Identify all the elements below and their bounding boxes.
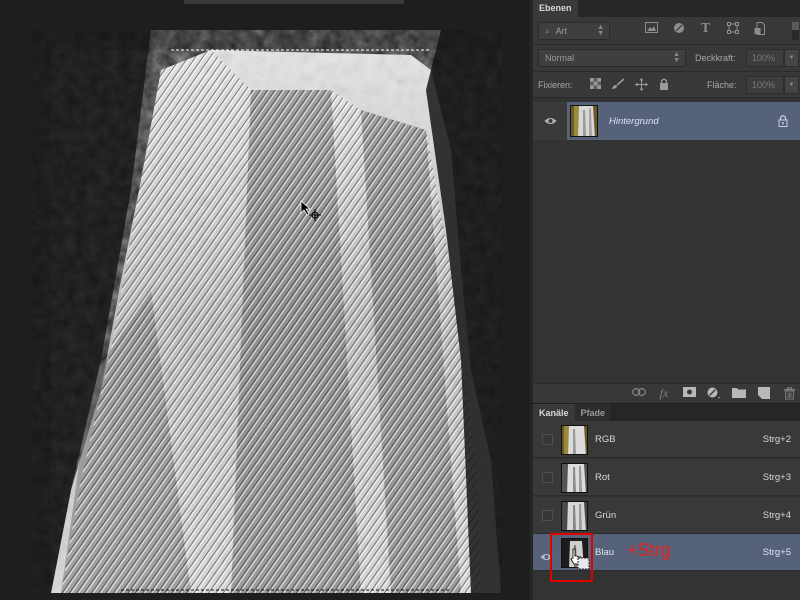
layers-tabbar: Ebenen: [533, 0, 800, 17]
layer-selection-highlight: [567, 102, 800, 140]
filter-kind-select[interactable]: ⌕ Art ▲ ▼: [538, 22, 610, 40]
filter-kind-value: Art: [555, 26, 568, 36]
fill-input[interactable]: 100%: [746, 76, 784, 94]
channel-row-red[interactable]: Rot Strg+3: [533, 459, 800, 496]
image-filter-icon[interactable]: [645, 22, 658, 35]
layer-name: Hintergrund: [609, 116, 659, 127]
tutorial-highlight-box: [550, 533, 593, 582]
text-filter-icon[interactable]: T: [699, 22, 712, 36]
channel-shortcut: Strg+4: [762, 510, 791, 521]
channel-shortcut: Strg+5: [762, 547, 791, 558]
lock-position-icon[interactable]: [634, 78, 648, 92]
lock-all-icon[interactable]: [657, 78, 671, 92]
mask-icon[interactable]: [682, 387, 696, 400]
photoshop-window: Ebenen ⌕ Art ▲ ▼ T Normal ▲ ▼ Deckkraft:…: [0, 0, 800, 600]
shape-filter-icon[interactable]: [726, 22, 739, 35]
opacity-dropdown-button[interactable]: ▼: [784, 49, 799, 67]
layer-visibility-toggle[interactable]: [533, 102, 567, 140]
filter-toggle-switch[interactable]: [792, 22, 799, 40]
layers-footer-toolbar: fx: [533, 383, 800, 403]
lock-row: Fixieren: Fläche: 100% ▼: [533, 72, 800, 98]
adjustment-filter-icon[interactable]: [672, 22, 685, 35]
adjustment-layer-icon[interactable]: [707, 387, 721, 400]
lock-label: Fixieren:: [538, 80, 573, 90]
channel-row-rgb[interactable]: RGB Strg+2: [533, 421, 800, 458]
horizontal-scrollbar[interactable]: [184, 0, 404, 4]
tab-layers[interactable]: Ebenen: [533, 0, 578, 17]
smartobject-filter-icon[interactable]: [753, 22, 766, 35]
lock-transparency-icon[interactable]: [588, 78, 602, 92]
blend-mode-value: Normal: [545, 53, 575, 63]
channel-name: Rot: [595, 472, 610, 483]
updown-arrows-icon: ▲ ▼: [673, 51, 680, 64]
blend-mode-select[interactable]: Normal ▲ ▼: [538, 49, 686, 67]
channel-shortcut: Strg+3: [762, 472, 791, 483]
channel-name: RGB: [595, 434, 616, 445]
channel-name: Grün: [595, 510, 617, 521]
fill-dropdown-button[interactable]: ▼: [784, 76, 799, 94]
channel-visibility-toggle[interactable]: [542, 472, 553, 483]
channel-visibility-toggle[interactable]: [542, 510, 553, 521]
fx-icon[interactable]: fx: [657, 387, 671, 400]
search-icon: ⌕: [545, 26, 551, 36]
fill-label: Fläche:: [707, 80, 737, 90]
move-crosshair-icon: [309, 209, 321, 221]
opacity-input[interactable]: 100%: [746, 49, 784, 67]
trash-icon[interactable]: [782, 386, 796, 401]
layer-thumbnail: [570, 105, 598, 137]
channels-tabbar: Kanäle Pfade: [533, 403, 800, 422]
document-canvas[interactable]: [31, 30, 502, 593]
layers-list-empty-area[interactable]: [533, 140, 800, 383]
layer-row-hintergrund[interactable]: Hintergrund: [533, 102, 800, 140]
waterfall-image: [31, 30, 502, 593]
channel-visibility-toggle[interactable]: [542, 434, 553, 445]
blend-mode-row: Normal ▲ ▼ Deckkraft: 100% ▼: [533, 45, 800, 72]
canvas-area[interactable]: [0, 0, 530, 600]
channel-name: Blau: [595, 547, 615, 558]
channel-thumbnail: [561, 463, 588, 493]
channel-thumbnail: [561, 425, 588, 455]
lock-pixels-icon[interactable]: [611, 78, 625, 92]
eye-icon: [544, 118, 556, 124]
right-panel-dock: Ebenen ⌕ Art ▲ ▼ T Normal ▲ ▼ Deckkraft:…: [530, 0, 800, 600]
tab-channels[interactable]: Kanäle: [533, 404, 575, 422]
link-icon[interactable]: [632, 387, 646, 400]
new-layer-icon[interactable]: [757, 387, 771, 400]
layer-lock-icon[interactable]: [778, 114, 788, 132]
channel-shortcut: Strg+2: [762, 434, 791, 445]
channel-thumbnail: [561, 501, 588, 531]
channel-row-green[interactable]: Grün Strg+4: [533, 497, 800, 534]
updown-arrows-icon: ▲ ▼: [597, 24, 604, 37]
layers-filter-bar: ⌕ Art ▲ ▼ T: [533, 17, 800, 45]
tab-paths[interactable]: Pfade: [574, 404, 613, 422]
group-folder-icon[interactable]: [732, 387, 746, 400]
tutorial-annotation: +Strg: [627, 540, 671, 560]
opacity-label: Deckkraft:: [695, 53, 736, 63]
